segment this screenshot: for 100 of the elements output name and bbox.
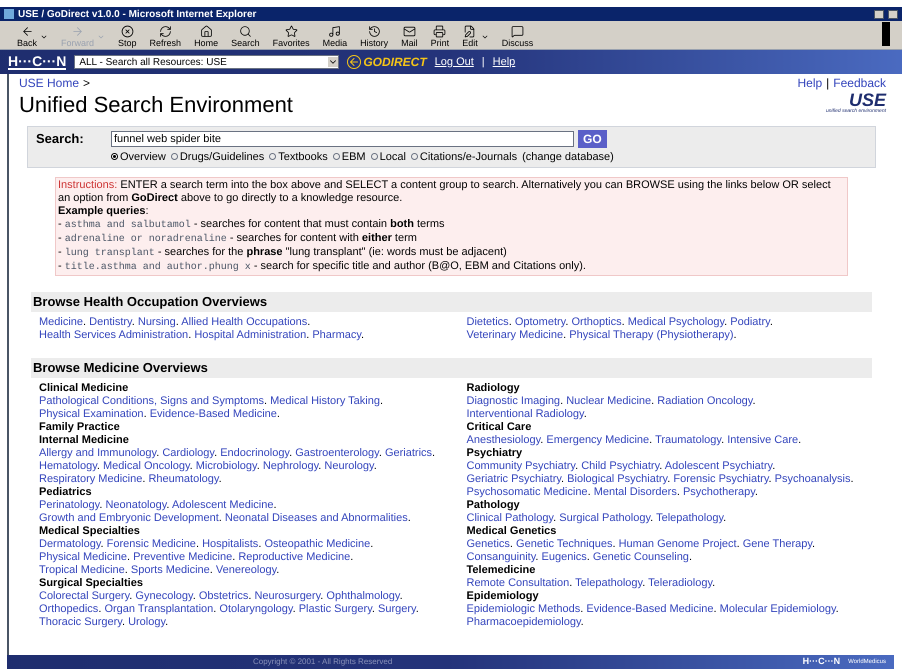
topic-link[interactable]: Evidence-Based Medicine — [150, 408, 277, 420]
toolbar-button[interactable]: Favorites — [268, 25, 315, 48]
feedback-link[interactable]: Feedback — [833, 74, 886, 92]
help-link[interactable]: Help — [797, 74, 822, 92]
minimize-button[interactable] — [874, 10, 884, 18]
toolbar-button[interactable]: Home — [189, 25, 224, 48]
topic-link[interactable]: Biological Psychiatry — [567, 473, 668, 485]
topic-link[interactable]: Intensive Care — [727, 434, 798, 446]
topic-link[interactable]: Nuclear Medicine — [566, 395, 652, 407]
topic-link[interactable]: Pathological Conditions, Signs and Symptoms — [39, 395, 264, 407]
topic-link[interactable]: Respiratory Medicine — [39, 473, 142, 485]
topic-link[interactable]: Dietetics — [466, 316, 509, 328]
topic-link[interactable]: Plastic Surgery — [298, 603, 372, 615]
topic-link[interactable]: Gene Therapy — [742, 538, 812, 550]
topic-link[interactable]: Health Services Administration — [39, 329, 188, 341]
topic-link[interactable]: Neonatal Diseases and Abnormalities — [224, 512, 408, 524]
topic-link[interactable]: Microbiology — [196, 460, 257, 472]
topic-link[interactable]: Medical Psychology — [628, 316, 724, 328]
toolbar-button[interactable]: Search — [226, 25, 265, 48]
topic-link[interactable]: Telepathology — [575, 577, 642, 589]
topic-link[interactable]: Psychoanalysis — [774, 473, 850, 485]
restore-button[interactable] — [888, 10, 898, 18]
topic-link[interactable]: Rheumatology — [148, 473, 219, 485]
topic-link[interactable]: Eugenics — [542, 551, 587, 563]
topic-link[interactable]: Endocrinology — [220, 447, 290, 459]
topic-link[interactable]: Child Psychiatry — [581, 460, 660, 472]
topic-link[interactable]: Sports Medicine — [130, 564, 210, 576]
go-button[interactable]: GO — [578, 130, 607, 148]
topic-link[interactable]: Nephrology — [262, 460, 318, 472]
change-database-link[interactable]: (change database) — [522, 148, 614, 165]
topic-link[interactable]: Thoracic Surgery — [39, 616, 122, 628]
topic-link[interactable]: Hospital Administration — [194, 329, 306, 341]
topic-link[interactable]: Anesthesiology — [466, 434, 540, 446]
radio-option[interactable]: Drugs/Guidelines — [170, 148, 264, 165]
topic-link[interactable]: Allied Health Occupations — [181, 316, 308, 328]
topic-link[interactable]: Otolaryngology — [219, 603, 293, 615]
topic-link[interactable]: Medical Oncology — [103, 460, 190, 472]
topic-link[interactable]: Adolescent Psychiatry — [664, 460, 772, 472]
radio-icon[interactable] — [332, 153, 340, 160]
topic-link[interactable]: Medicine — [39, 316, 84, 328]
topic-link[interactable]: Emergency Medicine — [546, 434, 650, 446]
topic-link[interactable]: Molecular Epidemiology — [720, 603, 836, 615]
topic-link[interactable]: Medical History Taking — [270, 395, 380, 407]
topic-link[interactable]: Dentistry — [89, 316, 132, 328]
topic-link[interactable]: Evidence-Based Medicine — [586, 603, 714, 615]
toolbar-button[interactable]: Print — [426, 25, 454, 48]
toolbar-button[interactable]: Refresh — [144, 25, 186, 48]
topic-link[interactable]: Geriatric Psychiatry — [466, 473, 562, 485]
topic-link[interactable]: Forensic Medicine — [106, 538, 196, 550]
topic-link[interactable]: Optometry — [514, 316, 566, 328]
topic-link[interactable]: Epidemiologic Methods — [466, 603, 580, 615]
topic-link[interactable]: Genetic Counseling — [592, 551, 689, 563]
radio-icon[interactable] — [410, 153, 418, 160]
topic-link[interactable]: Remote Consultation — [466, 577, 570, 589]
logout-link[interactable]: Log Out — [434, 54, 474, 70]
topic-link[interactable]: Orthopedics — [39, 603, 98, 615]
topic-link[interactable]: Gynecology — [135, 590, 193, 602]
topic-link[interactable]: Organ Transplantation — [104, 603, 214, 615]
topic-link[interactable]: Human Genome Project — [618, 538, 737, 550]
topic-link[interactable]: Radiation Oncology — [657, 395, 752, 407]
topic-link[interactable]: Genetic Techniques — [516, 538, 612, 550]
topic-link[interactable]: Growth and Embryonic Development — [39, 512, 219, 524]
topic-link[interactable]: Orthoptics — [571, 316, 622, 328]
radio-option[interactable]: Local — [370, 148, 406, 165]
topic-link[interactable]: Physical Examination — [39, 408, 144, 420]
topic-link[interactable]: Venereology — [216, 564, 276, 576]
resource-select[interactable]: ALL - Search all Resources: USE — [74, 55, 340, 69]
toolbar-button[interactable]: Mail — [396, 25, 423, 48]
topic-link[interactable]: Neonatology — [105, 499, 166, 511]
topic-link[interactable]: Hospitalists — [202, 538, 258, 550]
topic-link[interactable]: Neurosurgery — [254, 590, 320, 602]
topic-link[interactable]: Urology — [128, 616, 166, 628]
toolbar-button[interactable]: Back — [12, 25, 54, 48]
topic-link[interactable]: Adolescent Medicine — [172, 499, 274, 511]
topic-link[interactable]: Gastroenterology — [295, 447, 379, 459]
topic-link[interactable]: Surgical Pathology — [559, 512, 650, 524]
topic-link[interactable]: Ophthalmology — [326, 590, 400, 602]
topic-link[interactable]: Neurology — [324, 460, 374, 472]
topic-link[interactable]: Physical Therapy (Physiotherapy) — [569, 329, 734, 341]
topic-link[interactable]: Perinatology — [39, 499, 100, 511]
topic-link[interactable]: Pharmacoepidemiology — [466, 616, 581, 628]
topic-link[interactable]: Clinical Pathology — [466, 512, 554, 524]
topic-link[interactable]: Hematology — [39, 460, 97, 472]
topic-link[interactable]: Pharmacy — [312, 329, 362, 341]
topic-link[interactable]: Teleradiology — [648, 577, 712, 589]
radio-icon[interactable] — [170, 153, 178, 160]
topic-link[interactable]: Consanguinity — [466, 551, 536, 563]
topic-link[interactable]: Mental Disorders — [594, 486, 677, 498]
search-field[interactable]: funnel web spider bite — [111, 130, 574, 147]
topic-link[interactable]: Obstetrics — [198, 590, 248, 602]
radio-icon[interactable] — [370, 153, 378, 160]
radio-option[interactable]: EBM — [332, 148, 366, 165]
radio-option[interactable]: Textbooks — [269, 148, 328, 165]
topic-link[interactable]: Colorectal Surgery — [39, 590, 130, 602]
toolbar-button[interactable]: History — [355, 25, 394, 48]
topic-link[interactable]: Surgery — [378, 603, 416, 615]
topic-link[interactable]: Traumatology — [655, 434, 722, 446]
help-link[interactable]: Help — [492, 54, 516, 70]
topic-link[interactable]: Tropical Medicine — [39, 564, 125, 576]
toolbar-button[interactable]: Discuss — [496, 25, 538, 48]
